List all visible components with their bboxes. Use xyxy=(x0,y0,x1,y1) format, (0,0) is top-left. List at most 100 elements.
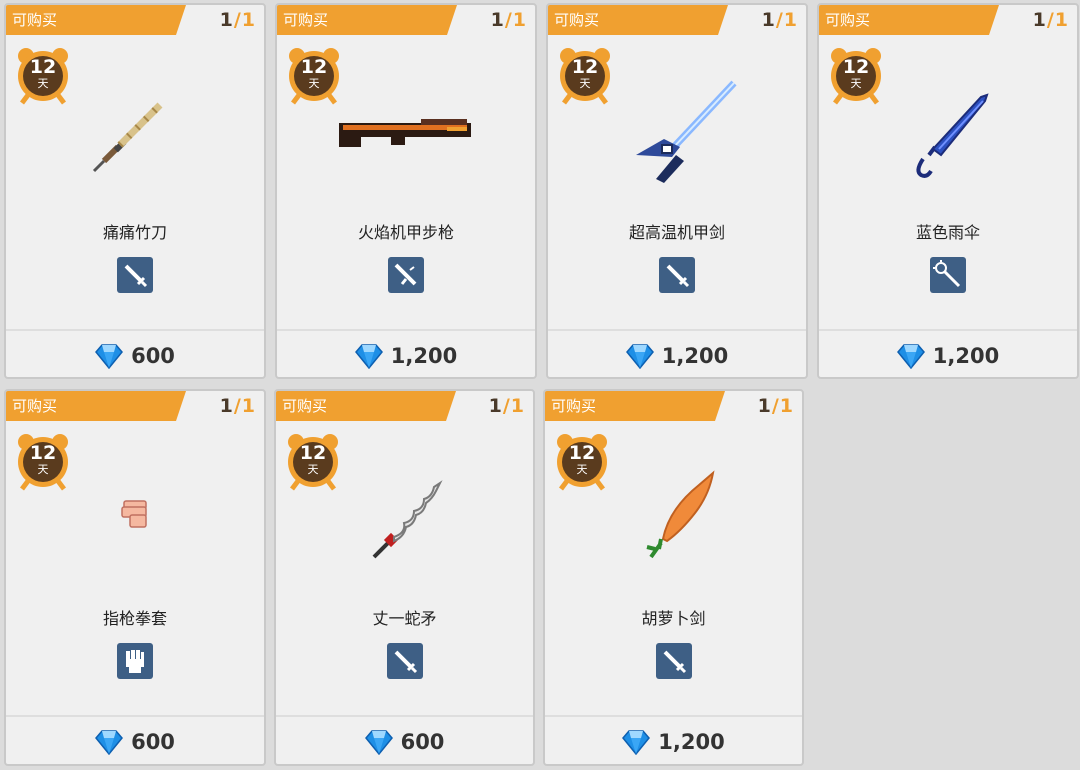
purchasable-badge-label: 可购买 xyxy=(283,11,329,29)
fist-icon xyxy=(117,643,153,679)
flame-rifle-sprite xyxy=(321,75,491,185)
stock-max: 1 xyxy=(510,395,525,417)
price-value: 600 xyxy=(131,344,175,368)
shop-item-card[interactable]: 可购买 1/1 12 天 丈一蛇矛 600 xyxy=(274,389,535,766)
card-divider xyxy=(545,715,802,717)
diamond-icon xyxy=(622,730,651,755)
purchasable-badge-label: 可购买 xyxy=(551,397,597,415)
stock-separator: / xyxy=(504,9,513,31)
stock-current: 1 xyxy=(219,395,234,417)
stock-counter: 1/1 xyxy=(220,8,256,32)
purchasable-badge: 可购买 xyxy=(276,391,456,421)
timer-value: 12 xyxy=(29,56,57,78)
timer-value: 12 xyxy=(29,442,57,464)
shop-item-card[interactable]: 可购买 1/1 12 天 火焰机甲步枪 1,200 xyxy=(275,3,537,379)
sword-icon xyxy=(659,257,695,293)
stock-counter: 1/1 xyxy=(1033,8,1069,32)
price-tag: 600 xyxy=(6,341,264,371)
carrot-sword-sprite xyxy=(599,461,749,571)
price-tag: 600 xyxy=(276,727,533,757)
purchasable-badge-label: 可购买 xyxy=(12,11,58,29)
stock-counter: 1/1 xyxy=(489,394,525,418)
stock-separator: / xyxy=(233,395,242,417)
card-divider xyxy=(819,329,1077,331)
price-value: 1,200 xyxy=(390,344,458,368)
diamond-icon xyxy=(95,344,124,369)
price-value: 1,200 xyxy=(658,730,725,754)
diamond-icon xyxy=(354,344,383,369)
serpent-spear-sprite xyxy=(330,461,480,571)
shop-item-card[interactable]: 可购买 1/1 12 天 蓝色雨伞 1,200 xyxy=(817,3,1079,379)
stock-current: 1 xyxy=(761,9,776,31)
diamond-icon xyxy=(896,344,925,369)
stock-max: 1 xyxy=(241,395,256,417)
stock-max: 1 xyxy=(783,9,798,31)
purchasable-badge-label: 可购买 xyxy=(282,397,328,415)
stock-max: 1 xyxy=(512,9,527,31)
shop-item-card[interactable]: 可购买 1/1 12 天 胡萝卜剑 1,200 xyxy=(543,389,804,766)
stock-current: 1 xyxy=(1032,9,1047,31)
purchasable-badge-label: 可购买 xyxy=(12,397,58,415)
staff-icon xyxy=(930,257,966,293)
sword-icon xyxy=(655,643,692,679)
price-tag: 1,200 xyxy=(277,341,535,371)
diamond-icon xyxy=(364,730,393,755)
stock-max: 1 xyxy=(779,395,794,417)
price-tag: 1,200 xyxy=(545,727,802,757)
timer-value: 12 xyxy=(568,442,596,464)
mech-sword-sprite xyxy=(602,75,752,185)
stock-max: 1 xyxy=(1054,9,1069,31)
purchasable-badge-label: 可购买 xyxy=(554,11,600,29)
timer-value: 12 xyxy=(299,442,327,464)
item-name: 指枪拳套 xyxy=(102,609,167,628)
stock-counter: 1/1 xyxy=(758,394,794,418)
item-name: 蓝色雨伞 xyxy=(915,223,980,242)
stock-counter: 1/1 xyxy=(220,394,256,418)
item-name: 胡萝卜剑 xyxy=(641,609,706,628)
card-divider xyxy=(277,329,535,331)
purchasable-badge: 可购买 xyxy=(819,5,999,35)
purchasable-badge: 可购买 xyxy=(277,5,457,35)
price-tag: 1,200 xyxy=(548,341,806,371)
shop-item-card[interactable]: 可购买 1/1 12 天 指枪拳套 600 xyxy=(4,389,266,766)
shop-item-card[interactable]: 可购买 1/1 12 天 痛痛竹刀 600 xyxy=(4,3,266,379)
price-value: 1,200 xyxy=(932,344,1000,368)
price-tag: 1,200 xyxy=(819,341,1077,371)
timer-value: 12 xyxy=(300,56,328,78)
blue-umbrella-sprite xyxy=(873,75,1023,185)
price-value: 1,200 xyxy=(661,344,729,368)
diamond-icon xyxy=(625,344,654,369)
purchasable-badge: 可购买 xyxy=(545,391,725,421)
purchasable-badge: 可购买 xyxy=(6,5,186,35)
item-name: 火焰机甲步枪 xyxy=(357,223,454,242)
finger-glove-sprite xyxy=(60,461,210,571)
shop-item-card[interactable]: 可购买 1/1 12 天 超高温机甲剑 1,200 xyxy=(546,3,808,379)
rifle-icon xyxy=(388,257,424,293)
stock-separator: / xyxy=(502,395,511,417)
stock-counter: 1/1 xyxy=(491,8,527,32)
stock-max: 1 xyxy=(241,9,256,31)
stock-current: 1 xyxy=(490,9,505,31)
diamond-icon xyxy=(95,730,124,755)
price-tag: 600 xyxy=(6,727,264,757)
price-value: 600 xyxy=(131,730,175,754)
bamboo-sword-sprite xyxy=(60,75,210,185)
card-divider xyxy=(6,329,264,331)
price-value: 600 xyxy=(400,730,445,754)
purchasable-badge-label: 可购买 xyxy=(825,11,871,29)
stock-current: 1 xyxy=(488,395,503,417)
purchasable-badge: 可购买 xyxy=(548,5,728,35)
stock-current: 1 xyxy=(219,9,234,31)
sword-icon xyxy=(386,643,423,679)
stock-separator: / xyxy=(775,9,784,31)
timer-value: 12 xyxy=(842,56,870,78)
stock-separator: / xyxy=(1046,9,1055,31)
sword-icon xyxy=(117,257,153,293)
purchasable-badge: 可购买 xyxy=(6,391,186,421)
timer-value: 12 xyxy=(571,56,599,78)
card-divider xyxy=(6,715,264,717)
item-name: 痛痛竹刀 xyxy=(102,223,167,242)
card-divider xyxy=(548,329,806,331)
card-divider xyxy=(276,715,533,717)
stock-separator: / xyxy=(233,9,242,31)
